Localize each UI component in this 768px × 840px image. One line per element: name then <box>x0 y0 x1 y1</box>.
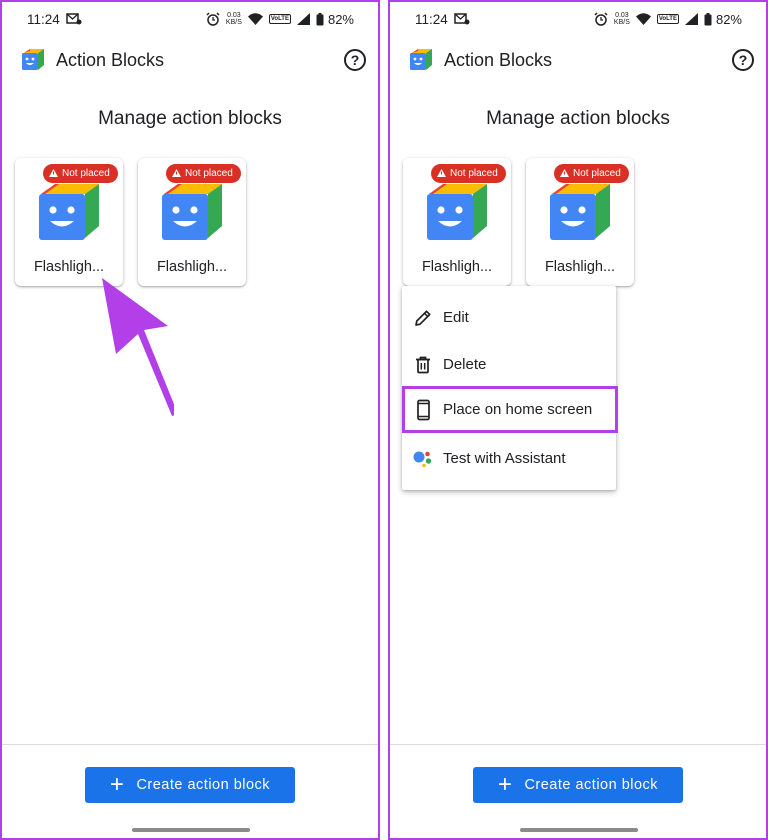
not-placed-badge: Not placed <box>554 164 629 183</box>
badge-label: Not placed <box>62 168 110 179</box>
create-action-block-button[interactable]: + Create action block <box>85 767 295 803</box>
action-block-icon <box>162 184 222 240</box>
action-block-card[interactable]: Not placed Flashligh... <box>138 158 246 286</box>
battery-icon <box>704 12 712 26</box>
block-label: Flashligh... <box>156 259 228 275</box>
notification-icon <box>454 13 470 25</box>
help-icon[interactable]: ? <box>732 49 754 71</box>
action-block-card[interactable]: Not placed Flashligh... <box>526 158 634 286</box>
plus-icon: + <box>109 771 125 798</box>
action-block-card[interactable]: Not placed Flashligh... <box>403 158 511 286</box>
context-menu: Edit Delete Place on home screen Test wi… <box>402 286 618 490</box>
badge-label: Not placed <box>573 168 621 179</box>
create-button-label: Create action block <box>136 777 271 793</box>
action-block-icon <box>39 184 99 240</box>
warning-icon <box>437 168 446 179</box>
screen-right: 11:24 0.03 KB/S VoLTE 82% Action Blocks … <box>388 0 768 840</box>
data-rate-unit: KB/S <box>613 19 630 26</box>
block-label: Flashligh... <box>421 259 493 275</box>
data-rate-unit: KB/S <box>225 19 242 26</box>
phone-icon <box>412 399 434 421</box>
app-bar: Action Blocks ? <box>2 42 378 78</box>
alarm-icon <box>594 12 608 26</box>
block-label: Flashligh... <box>544 259 616 275</box>
menu-item-label: Test with Assistant <box>443 450 566 467</box>
help-icon[interactable]: ? <box>344 49 366 71</box>
alarm-icon <box>206 12 220 26</box>
gesture-bar[interactable] <box>132 828 250 832</box>
trash-icon <box>412 354 434 376</box>
not-placed-badge: Not placed <box>431 164 506 183</box>
menu-item-edit[interactable]: Edit <box>402 294 616 341</box>
volte-badge: VoLTE <box>268 14 291 24</box>
action-block-icon <box>427 184 487 240</box>
action-blocks-logo-icon <box>410 49 432 70</box>
battery-icon <box>316 12 324 26</box>
app-title: Action Blocks <box>444 49 553 70</box>
assistant-icon <box>412 448 434 470</box>
not-placed-badge: Not placed <box>43 164 118 183</box>
badge-label: Not placed <box>185 168 233 179</box>
warning-icon <box>49 168 58 179</box>
battery-percent: 82% <box>327 11 354 27</box>
menu-item-label: Delete <box>443 356 487 373</box>
wifi-icon <box>247 13 263 25</box>
create-action-block-button[interactable]: + Create action block <box>473 767 683 803</box>
status-time: 11:24 <box>27 11 60 27</box>
create-button-label: Create action block <box>524 777 659 793</box>
status-bar: 11:24 0.03 KB/S VoLTE 82% <box>390 2 766 36</box>
gesture-bar[interactable] <box>520 828 638 832</box>
page-title: Manage action blocks <box>98 108 282 129</box>
status-time: 11:24 <box>415 11 448 27</box>
bottom-divider <box>390 744 766 745</box>
pencil-icon <box>412 307 434 329</box>
signal-icon <box>684 13 698 25</box>
data-rate-value: 0.03 <box>227 12 241 19</box>
menu-item-delete[interactable]: Delete <box>402 341 616 388</box>
app-bar: Action Blocks ? <box>390 42 766 78</box>
menu-item-label: Place on home screen <box>443 401 593 418</box>
screen-left: 11:24 0.03 KB/S VoLTE 82% Action Blocks … <box>0 0 380 840</box>
action-block-card[interactable]: Not placed Flashligh... <box>15 158 123 286</box>
bottom-divider <box>2 744 378 745</box>
status-bar: 11:24 0.03 KB/S VoLTE 82% <box>2 2 378 36</box>
menu-item-label: Edit <box>443 309 469 326</box>
warning-icon <box>172 168 181 179</box>
badge-label: Not placed <box>450 168 498 179</box>
block-label: Flashligh... <box>33 259 105 275</box>
action-block-icon <box>550 184 610 240</box>
app-title: Action Blocks <box>56 49 165 70</box>
pointer-arrow-icon <box>102 278 174 416</box>
signal-icon <box>296 13 310 25</box>
warning-icon <box>560 168 569 179</box>
page-title: Manage action blocks <box>486 108 670 129</box>
data-rate-value: 0.03 <box>615 12 629 19</box>
not-placed-badge: Not placed <box>166 164 241 183</box>
action-blocks-logo-icon <box>22 49 44 70</box>
battery-percent: 82% <box>715 11 742 27</box>
menu-item-test-with-assistant[interactable]: Test with Assistant <box>402 435 616 482</box>
menu-item-place-on-home-screen[interactable]: Place on home screen <box>402 386 618 433</box>
notification-icon <box>66 13 82 25</box>
wifi-icon <box>635 13 651 25</box>
volte-badge: VoLTE <box>656 14 679 24</box>
plus-icon: + <box>497 771 513 798</box>
